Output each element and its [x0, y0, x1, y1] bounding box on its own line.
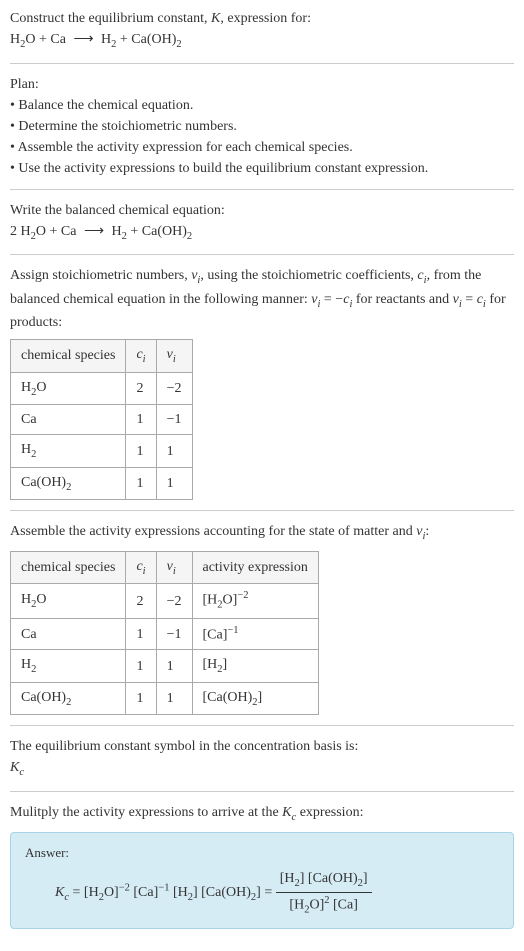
cell-c: 1	[126, 618, 156, 650]
plan-list: Balance the chemical equation. Determine…	[10, 95, 514, 179]
cell-c: 1	[126, 435, 156, 468]
activity-table: chemical species ci νi activity expressi…	[10, 551, 319, 716]
cell-expr: [Ca]−1	[192, 618, 318, 650]
cell-c: 1	[126, 405, 156, 435]
cell-species: Ca(OH)2	[11, 682, 126, 715]
col-v: νi	[156, 551, 192, 584]
stoich-section: Assign stoichiometric numbers, νi, using…	[10, 265, 514, 500]
plan-item: Use the activity expressions to build th…	[10, 158, 514, 179]
table-row: H2 1 1 [H2]	[11, 650, 319, 683]
plan-item: Determine the stoichiometric numbers.	[10, 116, 514, 137]
plan-item: Assemble the activity expression for eac…	[10, 137, 514, 158]
intro-section: Construct the equilibrium constant, K, e…	[10, 8, 514, 53]
col-v: νi	[156, 340, 192, 373]
col-c: ci	[126, 551, 156, 584]
cell-species: H2O	[11, 372, 126, 405]
table-row: H2 1 1	[11, 435, 193, 468]
divider	[10, 63, 514, 64]
balanced-title: Write the balanced chemical equation:	[10, 200, 514, 221]
cell-expr: [H2]	[192, 650, 318, 683]
divider	[10, 725, 514, 726]
cell-c: 1	[126, 467, 156, 500]
balanced-section: Write the balanced chemical equation: 2 …	[10, 200, 514, 245]
cell-expr: [H2O]−2	[192, 584, 318, 618]
cell-species: Ca	[11, 405, 126, 435]
cell-v: 1	[156, 435, 192, 468]
cell-c: 2	[126, 584, 156, 618]
cell-v: −1	[156, 618, 192, 650]
stoich-table: chemical species ci νi H2O 2 −2 Ca 1 −1 …	[10, 339, 193, 500]
multiply-text: Mulitply the activity expressions to arr…	[10, 802, 514, 826]
col-species: chemical species	[11, 340, 126, 373]
cell-c: 1	[126, 682, 156, 715]
divider	[10, 254, 514, 255]
cell-v: 1	[156, 682, 192, 715]
table-row: H2O 2 −2	[11, 372, 193, 405]
intro-line: Construct the equilibrium constant, K, e…	[10, 8, 514, 29]
cell-species: H2	[11, 435, 126, 468]
cell-species: H2O	[11, 584, 126, 618]
cell-c: 2	[126, 372, 156, 405]
cell-species: Ca	[11, 618, 126, 650]
cell-expr: [Ca(OH)2]	[192, 682, 318, 715]
cell-v: −2	[156, 372, 192, 405]
table-row: Ca 1 −1	[11, 405, 193, 435]
divider	[10, 510, 514, 511]
cell-v: 1	[156, 650, 192, 683]
table-row: Ca(OH)2 1 1	[11, 467, 193, 500]
activity-section: Assemble the activity expressions accoun…	[10, 521, 514, 715]
intro-equation: H2O + Ca ⟶ H2 + Ca(OH)2	[10, 29, 514, 53]
plan-section: Plan: Balance the chemical equation. Det…	[10, 74, 514, 179]
balanced-equation: 2 H2O + Ca ⟶ H2 + Ca(OH)2	[10, 221, 514, 245]
cell-species: H2	[11, 650, 126, 683]
plan-title: Plan:	[10, 74, 514, 95]
table-header-row: chemical species ci νi activity expressi…	[11, 551, 319, 584]
stoich-intro: Assign stoichiometric numbers, νi, using…	[10, 265, 514, 333]
multiply-section: Mulitply the activity expressions to arr…	[10, 802, 514, 929]
cell-c: 1	[126, 650, 156, 683]
table-row: H2O 2 −2 [H2O]−2	[11, 584, 319, 618]
col-species: chemical species	[11, 551, 126, 584]
table-row: Ca(OH)2 1 1 [Ca(OH)2]	[11, 682, 319, 715]
cell-species: Ca(OH)2	[11, 467, 126, 500]
table-row: Ca 1 −1 [Ca]−1	[11, 618, 319, 650]
plan-item: Balance the chemical equation.	[10, 95, 514, 116]
symbol-section: The equilibrium constant symbol in the c…	[10, 736, 514, 781]
symbol-kc: Kc	[10, 757, 514, 781]
table-header-row: chemical species ci νi	[11, 340, 193, 373]
col-c: ci	[126, 340, 156, 373]
activity-intro: Assemble the activity expressions accoun…	[10, 521, 514, 545]
divider	[10, 189, 514, 190]
cell-v: 1	[156, 467, 192, 500]
divider	[10, 791, 514, 792]
answer-label: Answer:	[25, 843, 499, 863]
col-expr: activity expression	[192, 551, 318, 584]
answer-box: Answer: Kc = [H2O]−2 [Ca]−1 [H2] [Ca(OH)…	[10, 832, 514, 929]
cell-v: −2	[156, 584, 192, 618]
symbol-line1: The equilibrium constant symbol in the c…	[10, 736, 514, 757]
answer-expression: Kc = [H2O]−2 [Ca]−1 [H2] [Ca(OH)2] = [H2…	[25, 868, 499, 918]
cell-v: −1	[156, 405, 192, 435]
